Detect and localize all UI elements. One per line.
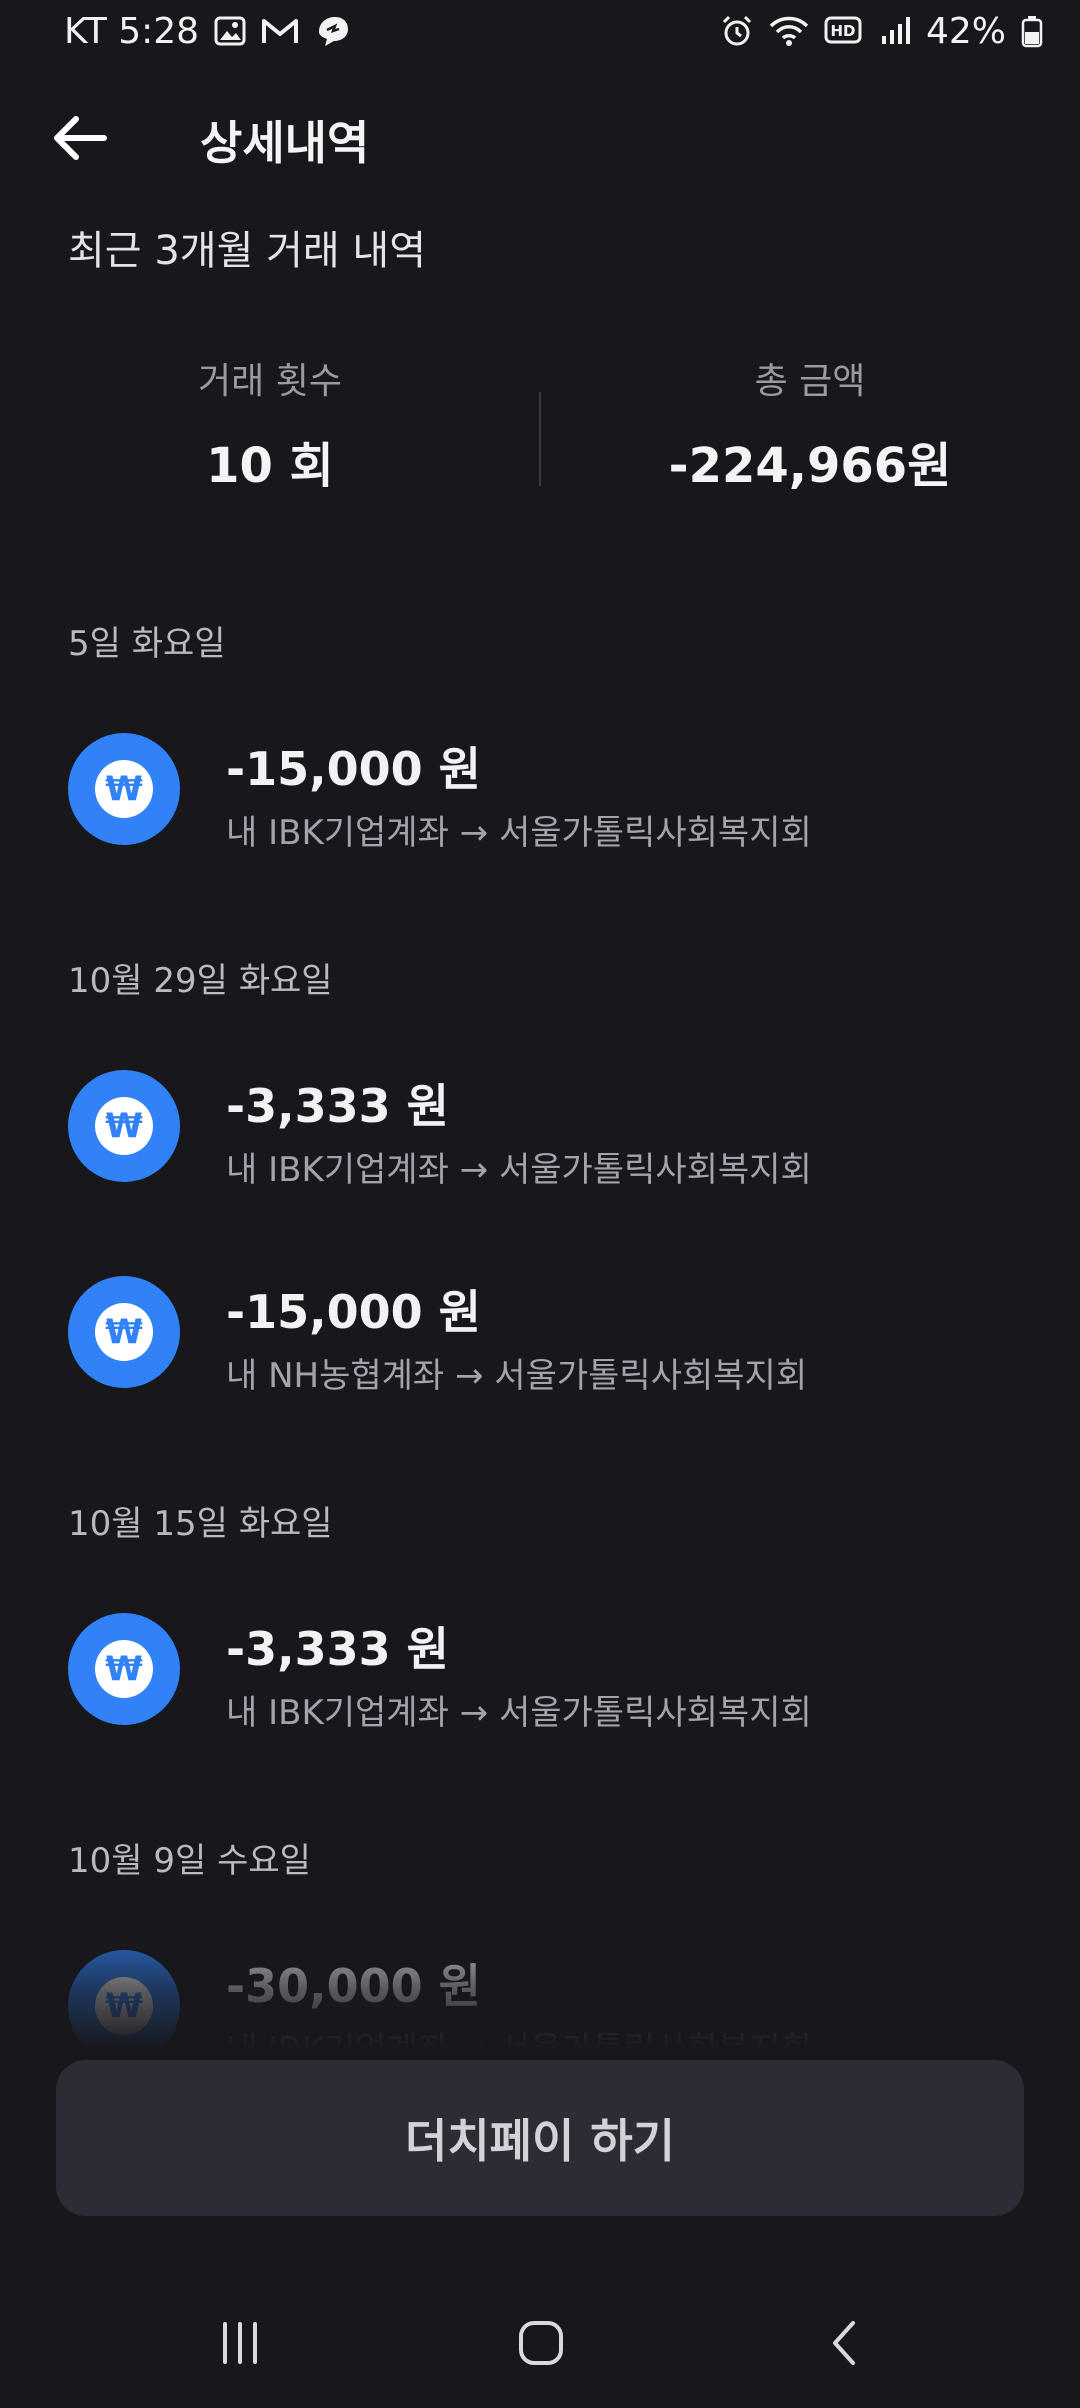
period-subtitle: 최근 3개월 거래 내역 xyxy=(68,228,426,274)
nav-back-button[interactable] xyxy=(800,2310,890,2380)
arrow-left-icon xyxy=(50,113,110,167)
recent-apps-button[interactable] xyxy=(195,2310,285,2380)
transaction-item[interactable]: ₩ -3,333 원 내 IBK기업계좌 → 서울가톨릭사회복지회 xyxy=(0,1070,1080,1190)
total-label: 총 금액 xyxy=(754,361,866,402)
won-symbol: ₩ xyxy=(95,1097,153,1155)
header: 상세내역 xyxy=(0,95,1080,185)
transaction-item[interactable]: ₩ -3,333 원 내 IBK기업계좌 → 서울가톨릭사회복지회 xyxy=(0,1613,1080,1733)
date-header: 10월 15일 화요일 xyxy=(68,1504,333,1544)
transaction-description: 내 IBK기업계좌 → 서울가톨릭사회복지회 xyxy=(226,1693,812,1733)
back-icon xyxy=(825,2318,865,2372)
recent-apps-icon xyxy=(215,2320,265,2370)
total-value: -224,966원 xyxy=(668,438,952,494)
total-amount: 총 금액 -224,966원 xyxy=(540,340,1080,496)
summary-panel: 거래 횟수 10 회 총 금액 -224,966원 xyxy=(0,340,1080,500)
transaction-amount: -30,000 원 xyxy=(226,1959,481,2013)
won-icon: ₩ xyxy=(68,1950,180,2062)
status-bar: KT 5:28 HD 42% xyxy=(0,0,1080,62)
navigation-bar xyxy=(0,2290,1080,2400)
battery-percent: 42% xyxy=(925,10,1006,52)
transaction-description: 내 IBK기업계좌 → 서울가톨릭사회복지회 xyxy=(226,813,812,853)
svg-text:HD: HD xyxy=(830,22,855,40)
alarm-icon xyxy=(720,14,754,48)
won-symbol: ₩ xyxy=(95,1977,153,2035)
won-icon: ₩ xyxy=(68,1613,180,1725)
back-button[interactable] xyxy=(40,100,120,180)
transaction-item[interactable]: ₩ -15,000 원 내 IBK기업계좌 → 서울가톨릭사회복지회 xyxy=(0,733,1080,853)
won-symbol: ₩ xyxy=(95,1640,153,1698)
signal-icon xyxy=(878,14,912,48)
count-label: 거래 횟수 xyxy=(198,361,342,402)
count-value: 10 회 xyxy=(206,438,334,494)
gmail-icon xyxy=(261,16,299,46)
status-left: KT 5:28 xyxy=(64,11,351,52)
transaction-amount: -15,000 원 xyxy=(226,742,481,796)
transaction-amount: -15,000 원 xyxy=(226,1285,481,1339)
won-icon: ₩ xyxy=(68,733,180,845)
transaction-item[interactable]: ₩ -15,000 원 내 NH농협계좌 → 서울가톨릭사회복지회 xyxy=(0,1276,1080,1396)
transaction-count: 거래 횟수 10 회 xyxy=(0,340,540,496)
thread-icon xyxy=(313,14,351,48)
battery-icon xyxy=(1020,14,1044,48)
transaction-amount: -3,333 원 xyxy=(226,1622,449,1676)
wifi-icon xyxy=(768,14,810,48)
home-icon xyxy=(516,2318,566,2372)
date-header: 5일 화요일 xyxy=(68,624,226,664)
won-symbol: ₩ xyxy=(95,1303,153,1361)
page-title: 상세내역 xyxy=(200,116,370,170)
date-header: 10월 29일 화요일 xyxy=(68,961,333,1001)
won-symbol: ₩ xyxy=(95,760,153,818)
transaction-description: 내 NH농협계좌 → 서울가톨릭사회복지회 xyxy=(226,1356,808,1396)
carrier-time: KT 5:28 xyxy=(64,10,200,52)
transaction-amount: -3,333 원 xyxy=(226,1079,449,1133)
dutch-pay-button[interactable]: 더치페이 하기 xyxy=(56,2060,1024,2216)
hd-icon: HD xyxy=(824,14,864,48)
image-icon xyxy=(213,14,247,48)
won-icon: ₩ xyxy=(68,1070,180,1182)
date-header: 10월 9일 수요일 xyxy=(68,1841,311,1881)
home-button[interactable] xyxy=(496,2310,586,2380)
status-right: HD 42% xyxy=(720,11,1044,52)
transaction-description: 내 IBK기업계좌 → 서울가톨릭사회복지회 xyxy=(226,1150,812,1190)
won-icon: ₩ xyxy=(68,1276,180,1388)
